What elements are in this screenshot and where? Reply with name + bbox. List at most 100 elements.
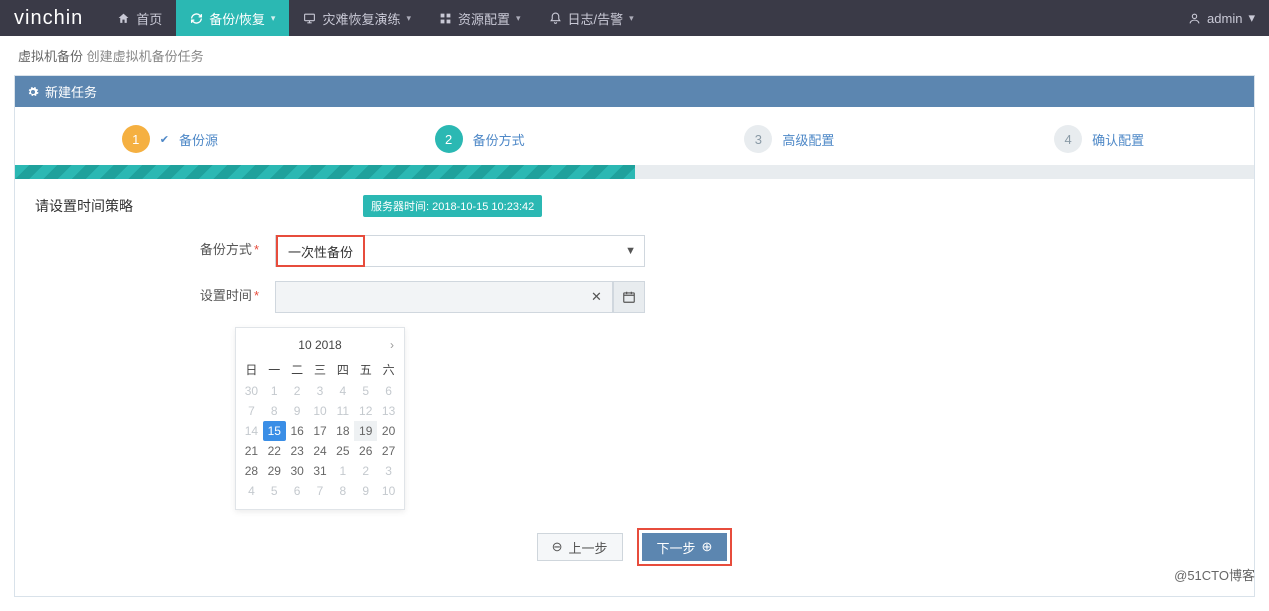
calendar-day: 8 bbox=[263, 401, 286, 421]
nav-log[interactable]: 日志/告警 ▾ bbox=[535, 0, 648, 36]
step-4-label: 确认配置 bbox=[1092, 130, 1144, 149]
calendar-day[interactable]: 25 bbox=[331, 441, 354, 461]
calendar-day[interactable]: 17 bbox=[309, 421, 332, 441]
date-picker: 10 2018 › 日一二三四五六30123456789101112131415… bbox=[235, 327, 405, 510]
nav-menu: 首页 备份/恢复 ▾ 灾难恢复演练 ▾ 资源配置 ▾ 日志/告警 ▾ bbox=[103, 0, 1188, 36]
calendar-day[interactable]: 31 bbox=[309, 461, 332, 481]
gear-icon bbox=[27, 86, 39, 98]
row-backup-method: 备份方式* 一次性备份 ▼ bbox=[35, 235, 1234, 267]
step-4[interactable]: 4确认配置 bbox=[944, 125, 1254, 153]
top-nav: vinchin 首页 备份/恢复 ▾ 灾难恢复演练 ▾ 资源配置 ▾ 日志/告警… bbox=[0, 0, 1269, 36]
nav-dr[interactable]: 灾难恢复演练 ▾ bbox=[289, 0, 425, 36]
calendar-dow: 五 bbox=[354, 358, 377, 381]
chevron-down-icon: ▾ bbox=[1248, 10, 1255, 26]
calendar-next[interactable]: › bbox=[390, 338, 394, 352]
nav-resource[interactable]: 资源配置 ▾ bbox=[425, 0, 535, 36]
highlight-annotation: 一次性备份 bbox=[276, 235, 365, 267]
monitor-icon bbox=[303, 12, 316, 25]
calendar-day: 14 bbox=[240, 421, 263, 441]
chevron-down-icon: ▾ bbox=[516, 13, 521, 24]
calendar-day[interactable]: 29 bbox=[263, 461, 286, 481]
highlight-annotation: 下一步 ⊕ bbox=[637, 528, 733, 566]
arrow-left-icon: ⊖ bbox=[552, 539, 563, 555]
row-set-time: 设置时间* ✕ bbox=[35, 281, 1234, 313]
calendar-dow: 四 bbox=[331, 358, 354, 381]
close-icon: ✕ bbox=[591, 289, 602, 305]
next-button[interactable]: 下一步 ⊕ bbox=[642, 533, 728, 561]
calendar-day[interactable]: 27 bbox=[377, 441, 400, 461]
nav-dr-label: 灾难恢复演练 bbox=[322, 9, 400, 28]
breadcrumb: 虚拟机备份 创建虚拟机备份任务 bbox=[0, 36, 1269, 75]
calendar-day[interactable]: 15 bbox=[263, 421, 286, 441]
panel-title: 新建任务 bbox=[15, 76, 1254, 107]
calendar-day: 5 bbox=[354, 381, 377, 401]
form-area: 请设置时间策略 服务器时间: 2018-10-15 10:23:42 备份方式*… bbox=[15, 179, 1254, 596]
watermark: @51CTO博客 bbox=[1174, 565, 1255, 584]
panel-title-text: 新建任务 bbox=[45, 82, 97, 101]
breadcrumb-leaf: 创建虚拟机备份任务 bbox=[87, 49, 204, 64]
calendar-day: 8 bbox=[331, 481, 354, 501]
calendar-day: 6 bbox=[286, 481, 309, 501]
calendar-day[interactable]: 28 bbox=[240, 461, 263, 481]
bell-icon bbox=[549, 12, 562, 25]
next-label: 下一步 bbox=[657, 538, 696, 557]
step-2-label: 备份方式 bbox=[473, 130, 525, 149]
calendar-day[interactable]: 19 bbox=[354, 421, 377, 441]
calendar-dow: 二 bbox=[286, 358, 309, 381]
calendar-day[interactable]: 22 bbox=[263, 441, 286, 461]
calendar-dow: 六 bbox=[377, 358, 400, 381]
calendar-day: 10 bbox=[309, 401, 332, 421]
method-label: 备份方式 bbox=[200, 242, 252, 257]
clear-button[interactable]: ✕ bbox=[581, 281, 613, 313]
step-progress bbox=[15, 165, 1254, 179]
time-label: 设置时间 bbox=[200, 288, 252, 303]
calendar-day[interactable]: 21 bbox=[240, 441, 263, 461]
chevron-down-icon: ▾ bbox=[271, 13, 276, 24]
calendar-day: 12 bbox=[354, 401, 377, 421]
nav-backup[interactable]: 备份/恢复 ▾ bbox=[176, 0, 289, 36]
user-menu[interactable]: admin ▾ bbox=[1188, 10, 1255, 26]
calendar-day: 3 bbox=[309, 381, 332, 401]
step-1[interactable]: 1✔备份源 bbox=[15, 125, 325, 153]
breadcrumb-root: 虚拟机备份 bbox=[18, 49, 83, 64]
calendar-day: 1 bbox=[331, 461, 354, 481]
prev-button[interactable]: ⊖ 上一步 bbox=[537, 533, 623, 561]
nav-resource-label: 资源配置 bbox=[458, 9, 510, 28]
calendar-day: 4 bbox=[331, 381, 354, 401]
calendar-day[interactable]: 23 bbox=[286, 441, 309, 461]
calendar-title: 10 2018 bbox=[298, 338, 341, 352]
calendar-day: 6 bbox=[377, 381, 400, 401]
wizard-panel: 新建任务 1✔备份源 2备份方式 3高级配置 4确认配置 请设置时间策略 服务器… bbox=[14, 75, 1255, 597]
nav-log-label: 日志/告警 bbox=[568, 9, 624, 28]
time-input[interactable] bbox=[275, 281, 581, 313]
prev-label: 上一步 bbox=[568, 538, 607, 557]
calendar-dow: 三 bbox=[309, 358, 332, 381]
calendar-day: 13 bbox=[377, 401, 400, 421]
calendar-button[interactable] bbox=[613, 281, 645, 313]
step-3[interactable]: 3高级配置 bbox=[635, 125, 945, 153]
check-icon: ✔ bbox=[160, 133, 169, 146]
required-mark: * bbox=[254, 242, 259, 257]
chevron-down-icon: ▾ bbox=[406, 13, 411, 24]
section-title: 请设置时间策略 bbox=[35, 196, 133, 216]
calendar-day: 11 bbox=[331, 401, 354, 421]
backup-method-select[interactable]: 一次性备份 ▼ bbox=[275, 235, 645, 267]
brand-logo: vinchin bbox=[14, 7, 83, 30]
method-value: 一次性备份 bbox=[288, 242, 353, 261]
nav-home-label: 首页 bbox=[136, 9, 162, 28]
step-2[interactable]: 2备份方式 bbox=[325, 125, 635, 153]
calendar-day[interactable]: 30 bbox=[286, 461, 309, 481]
calendar-day[interactable]: 24 bbox=[309, 441, 332, 461]
grid-icon bbox=[439, 12, 452, 25]
calendar-day[interactable]: 16 bbox=[286, 421, 309, 441]
calendar-day: 5 bbox=[263, 481, 286, 501]
calendar-day[interactable]: 18 bbox=[331, 421, 354, 441]
calendar-day[interactable]: 20 bbox=[377, 421, 400, 441]
calendar-day: 9 bbox=[286, 401, 309, 421]
calendar-day: 10 bbox=[377, 481, 400, 501]
calendar-day[interactable]: 26 bbox=[354, 441, 377, 461]
refresh-icon bbox=[190, 12, 203, 25]
user-name: admin bbox=[1207, 11, 1242, 26]
nav-home[interactable]: 首页 bbox=[103, 0, 176, 36]
calendar-day: 2 bbox=[286, 381, 309, 401]
